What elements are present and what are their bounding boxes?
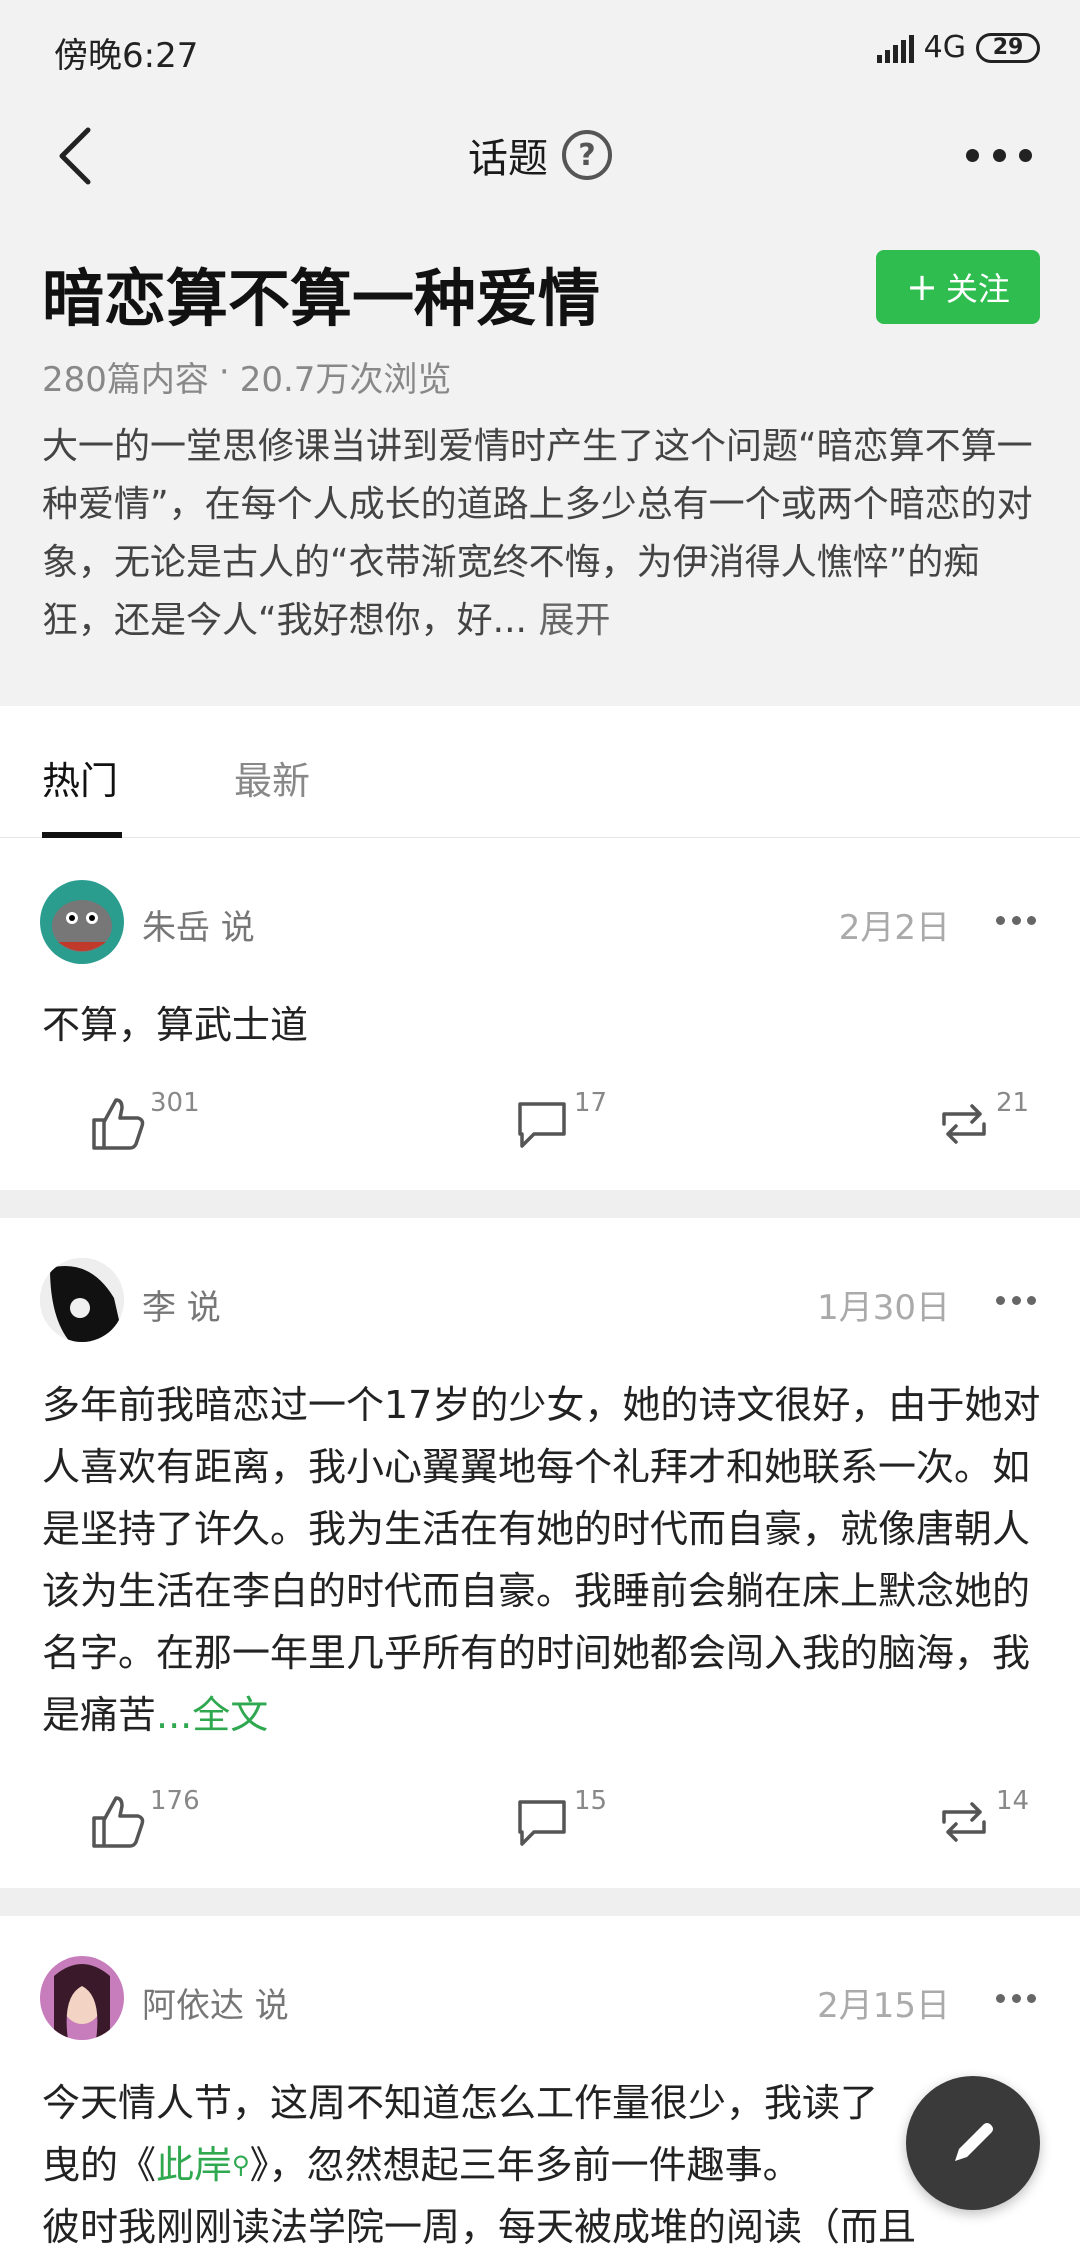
- search-icon: ⚲: [232, 2151, 250, 2179]
- comment-icon: [518, 1102, 566, 1148]
- more-icon[interactable]: [966, 130, 1032, 180]
- repost-button[interactable]: 14: [934, 1786, 1029, 1852]
- comment-button[interactable]: 17: [512, 1088, 607, 1154]
- post-body-line: 今天情人节，这周不知道怎么工作量很少，我读了: [42, 2081, 879, 2125]
- post-card[interactable]: 李 说 1月30日 多年前我暗恋过一个17岁的少女，她的诗文很好，由于她对人喜欢…: [0, 1218, 1080, 1888]
- repost-icon: [942, 1104, 986, 1144]
- posts-count: 280篇内容: [42, 360, 209, 400]
- tab-latest[interactable]: 最新: [234, 750, 310, 805]
- comment-count: 17: [574, 1088, 608, 1118]
- topic-description: 大一的一堂思修课当讲到爱情时产生了这个问题“暗恋算不算一种爱情”，在每个人成长的…: [42, 418, 1042, 650]
- nav-bar: 话题 ?: [0, 110, 1080, 202]
- post-date: 2月15日: [817, 1986, 950, 2026]
- like-icon: [92, 1796, 145, 1848]
- repost-count: 14: [996, 1786, 1030, 1816]
- like-count: 176: [150, 1786, 200, 1816]
- divider: [0, 1888, 1080, 1916]
- topic-stats: 280篇内容 · 20.7万次浏览: [42, 352, 451, 401]
- like-icon: [92, 1098, 145, 1150]
- follow-button[interactable]: + 关注: [876, 250, 1040, 324]
- signal-icon: [876, 33, 914, 63]
- post-body-line: 彼时我刚刚读法学院一周，每天被成堆的阅读（而且: [42, 2205, 917, 2248]
- like-button[interactable]: 301: [88, 1088, 200, 1154]
- avatar[interactable]: [40, 1258, 124, 1342]
- help-icon[interactable]: ?: [562, 130, 612, 180]
- pencil-icon: [955, 2123, 993, 2161]
- views-count: 20.7万次浏览: [239, 360, 452, 400]
- author-name[interactable]: 朱岳 说: [142, 900, 255, 949]
- tab-bar: 热门 最新: [0, 706, 1080, 838]
- avatar[interactable]: [40, 1956, 124, 2040]
- repost-button[interactable]: 21: [934, 1088, 1029, 1154]
- author-name[interactable]: 李 说: [142, 1280, 221, 1329]
- post-body-fragment: 曳的《: [42, 2143, 157, 2187]
- expand-link[interactable]: 展开: [538, 600, 610, 641]
- battery-level: 29: [992, 35, 1024, 60]
- status-time: 傍晚6:27: [54, 36, 199, 76]
- page-title: 话题: [468, 136, 548, 182]
- like-button[interactable]: 176: [88, 1786, 200, 1852]
- tab-hot[interactable]: 热门: [42, 750, 118, 805]
- book-link[interactable]: 此岸: [156, 2143, 232, 2187]
- post-body-fragment: 》，忽然想起三年多前一件趣事。: [249, 2143, 801, 2187]
- post-body-line: 曳的《此岸⚲》，忽然想起三年多前一件趣事。: [42, 2134, 1042, 2196]
- author-name[interactable]: 阿依达 说: [142, 1978, 289, 2027]
- compose-button[interactable]: [906, 2076, 1040, 2210]
- post-body[interactable]: 多年前我暗恋过一个17岁的少女，她的诗文很好，由于她对人喜欢有距离，我小心翼翼地…: [42, 1374, 1042, 1746]
- topic-title: 暗恋算不算一种爱情: [42, 262, 601, 335]
- battery-icon: 29: [976, 32, 1040, 63]
- repost-icon: [942, 1802, 986, 1842]
- avatar[interactable]: [40, 880, 124, 964]
- comment-count: 15: [574, 1786, 608, 1816]
- post-more-icon[interactable]: [996, 1988, 1036, 2008]
- like-count: 301: [150, 1088, 200, 1118]
- comment-icon: [518, 1800, 566, 1846]
- stats-separator: ·: [218, 352, 230, 392]
- post-body[interactable]: 不算，算武士道: [42, 994, 1042, 1056]
- comment-button[interactable]: 15: [512, 1786, 607, 1852]
- follow-label: 关注: [945, 270, 1010, 308]
- post-more-icon[interactable]: [996, 1290, 1036, 1310]
- divider: [0, 1190, 1080, 1218]
- plus-icon: +: [906, 265, 938, 309]
- post-card[interactable]: 阿依达 说 2月15日 今天情人节，这周不知道怎么工作量很少，我读了 曳的《此岸…: [0, 1916, 1080, 2248]
- post-body-text: 多年前我暗恋过一个17岁的少女，她的诗文很好，由于她对人喜欢有距离，我小心翼翼地…: [42, 1383, 1041, 1737]
- post-more-icon[interactable]: [996, 910, 1036, 930]
- repost-count: 21: [996, 1088, 1030, 1118]
- post-card[interactable]: 朱岳 说 2月2日 不算，算武士道 301 17 21: [0, 838, 1080, 1190]
- network-type: 4G: [923, 30, 966, 65]
- nav-title-group: 话题 ?: [0, 126, 1080, 184]
- post-date: 1月30日: [817, 1288, 950, 1328]
- post-date: 2月2日: [838, 908, 950, 948]
- post-body[interactable]: 今天情人节，这周不知道怎么工作量很少，我读了 曳的《此岸⚲》，忽然想起三年多前一…: [42, 2072, 1042, 2248]
- status-icons: 4G 29: [876, 30, 1040, 65]
- full-text-link[interactable]: ...全文: [156, 1693, 268, 1737]
- status-bar: 傍晚6:27 4G 29: [0, 0, 1080, 100]
